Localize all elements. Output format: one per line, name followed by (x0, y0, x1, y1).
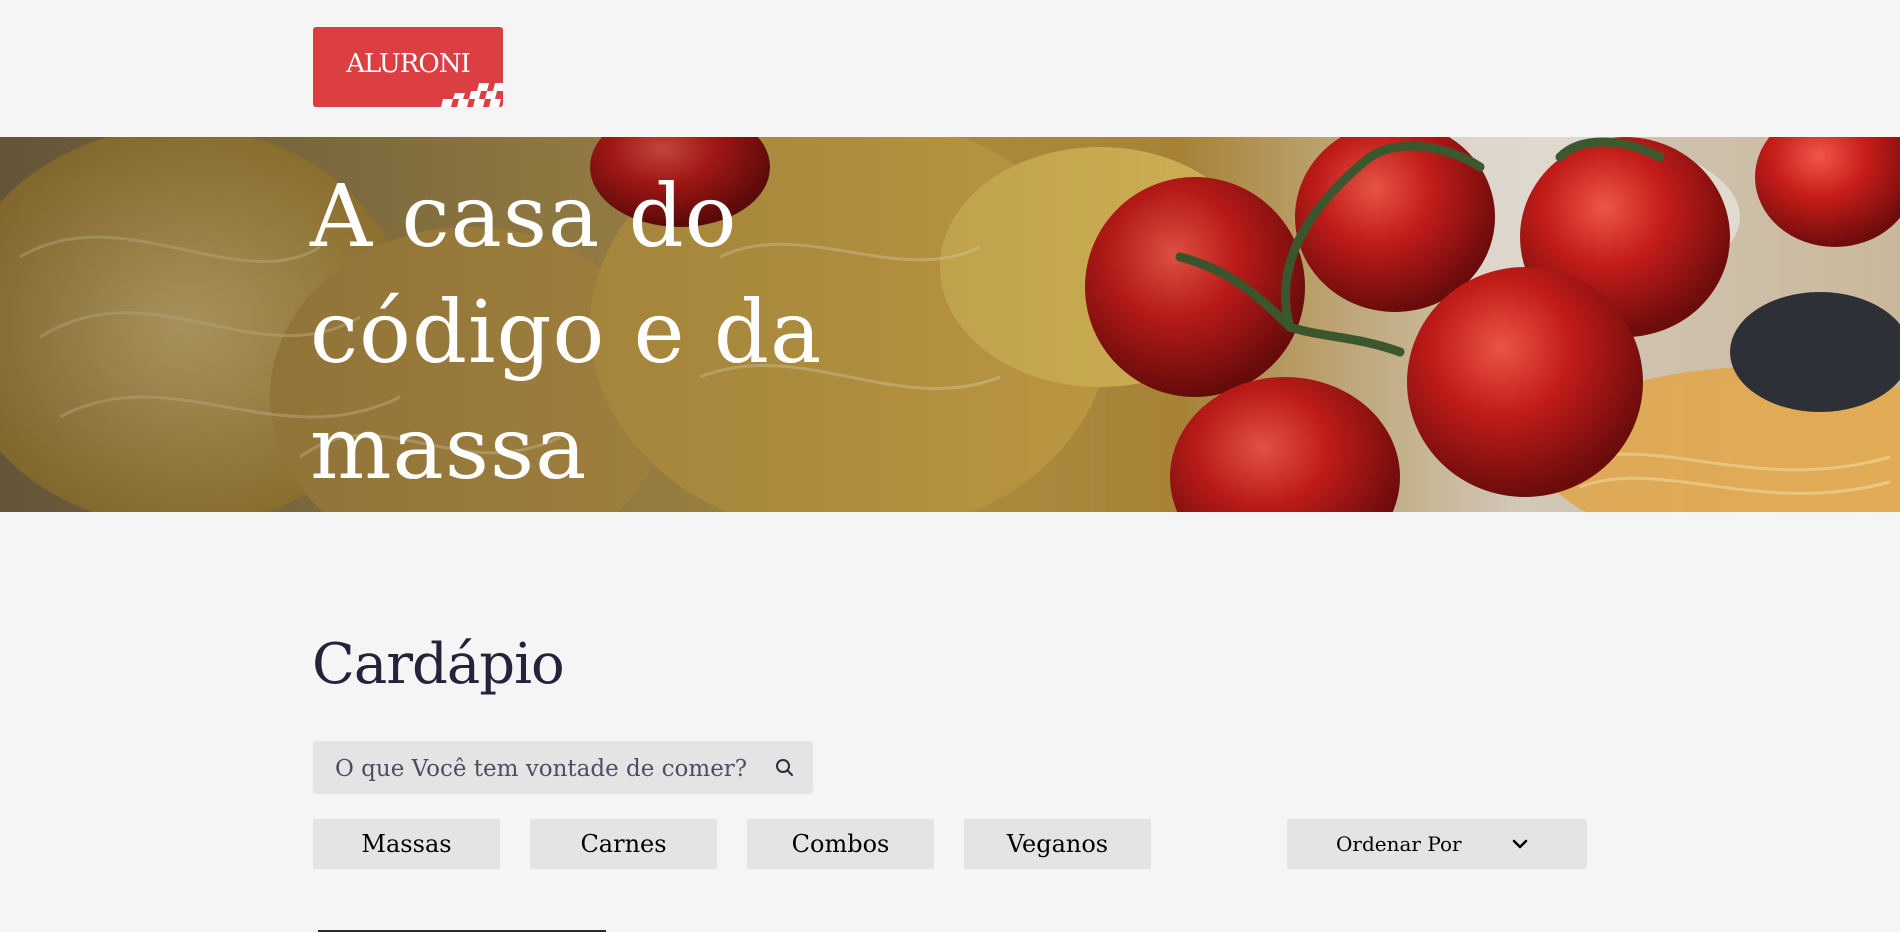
search-box (313, 741, 813, 796)
sort-label: Ordenar Por (1336, 832, 1462, 856)
hero-overlay (0, 137, 1900, 512)
hero-title: A casa do código e da massa (310, 167, 823, 499)
filter-combos-button[interactable]: Combos (747, 819, 934, 869)
filter-massas-button[interactable]: Massas (313, 819, 500, 869)
checkered-pattern-icon (441, 83, 503, 107)
filter-veganos-button[interactable]: Veganos (964, 819, 1151, 869)
filter-carnes-button[interactable]: Carnes (530, 819, 717, 869)
sort-dropdown[interactable]: Ordenar Por (1287, 819, 1587, 869)
logo-text: ALURONI (346, 49, 470, 79)
search-input[interactable] (333, 741, 757, 796)
site-header: ALURONI (0, 0, 1900, 137)
logo[interactable]: ALURONI (313, 27, 503, 107)
hero-banner: A casa do código e da massa (0, 137, 1900, 512)
search-icon[interactable] (773, 756, 797, 780)
chevron-down-icon (1512, 839, 1528, 849)
menu-title: Cardápio (312, 632, 565, 697)
